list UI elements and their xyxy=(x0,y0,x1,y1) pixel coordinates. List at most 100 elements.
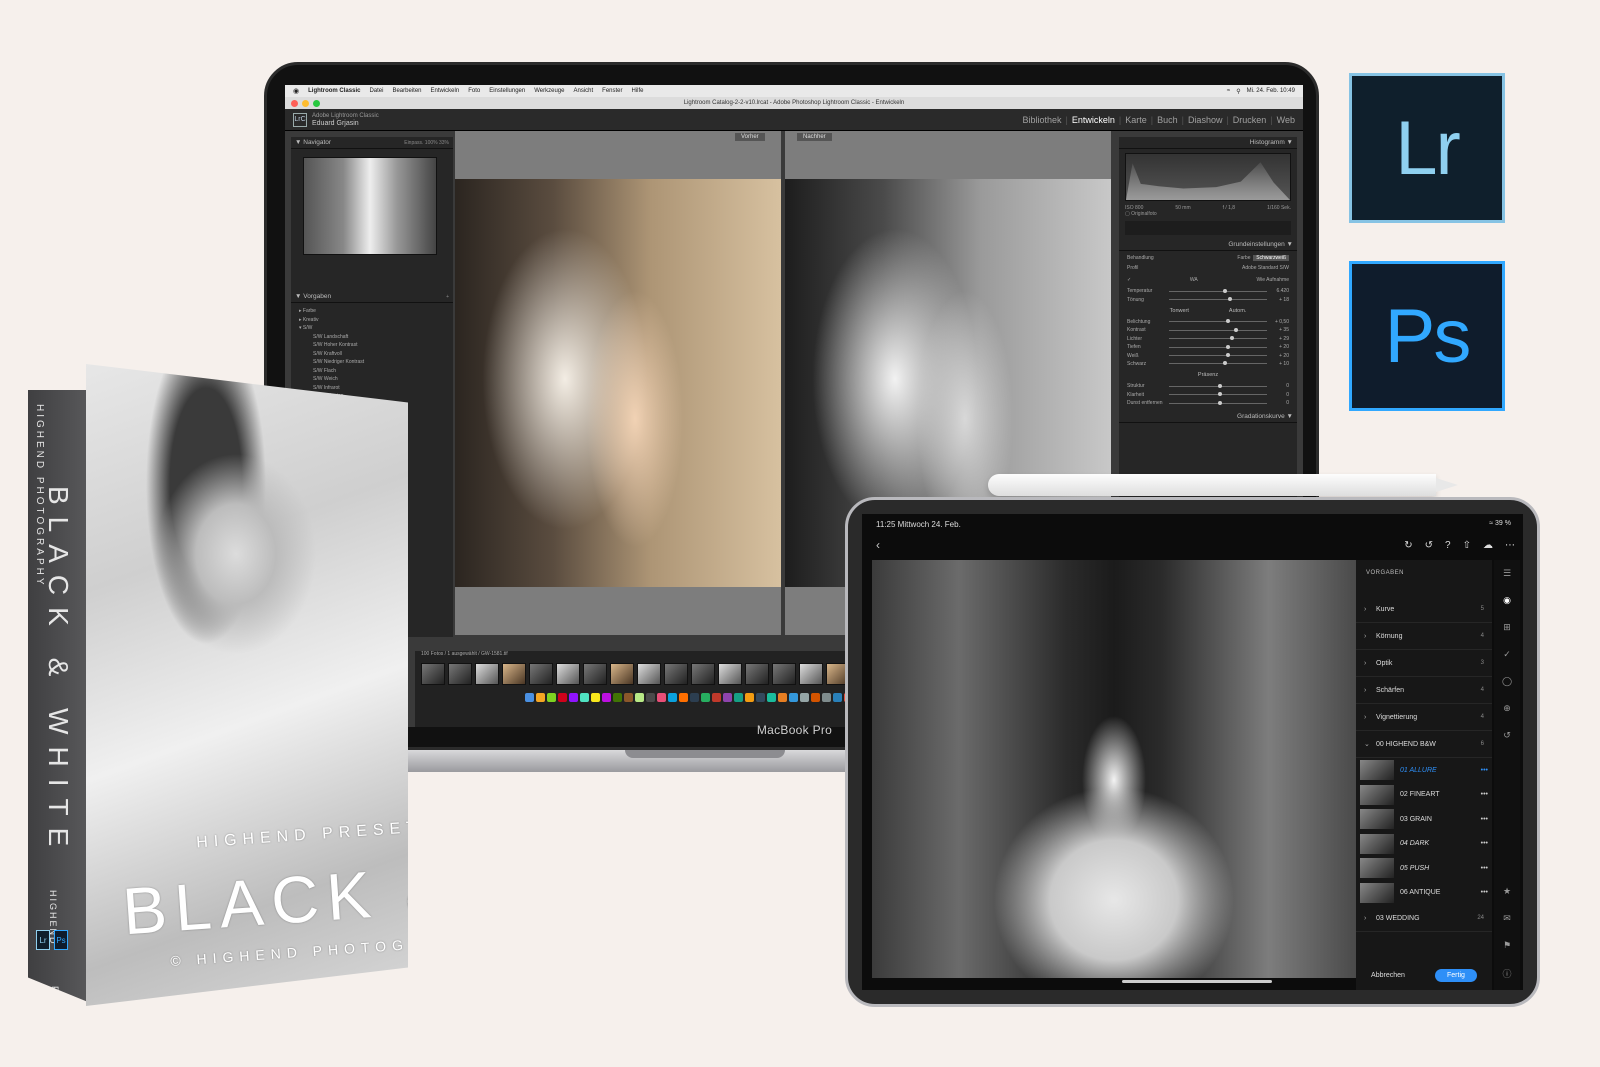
dock-app-icon[interactable] xyxy=(734,693,743,702)
filmstrip-thumbnail[interactable] xyxy=(718,663,742,685)
preset-group-row[interactable]: › Vignettierung 4 xyxy=(1356,704,1492,731)
add-preset-icon[interactable]: + xyxy=(446,294,449,300)
presets-icon[interactable]: ◉ xyxy=(1503,595,1511,606)
preset-group-row[interactable]: › Kurve 5 xyxy=(1356,596,1492,623)
comment-icon[interactable]: ✉ xyxy=(1503,913,1511,924)
slider-track[interactable] xyxy=(1169,288,1267,293)
preset-group-row[interactable]: › Schärfen 4 xyxy=(1356,677,1492,704)
preset-group-kreativ[interactable]: ▸ Kreativ xyxy=(299,316,445,325)
apple-icon[interactable]: ◉ xyxy=(293,87,299,95)
dock-app-icon[interactable] xyxy=(558,693,567,702)
preset-group-row[interactable]: › Körnung 4 xyxy=(1356,623,1492,650)
presets-header[interactable]: ▼ Vorgaben + xyxy=(291,291,453,303)
navigator-header[interactable]: ▼ Navigator Einpass. 100% 33% xyxy=(291,137,453,149)
before-photo[interactable] xyxy=(455,179,781,587)
sliders-icon[interactable]: ☰ xyxy=(1503,568,1511,579)
undo-icon[interactable]: ↺ xyxy=(1425,540,1433,551)
preset-item[interactable]: 05 PUSH ••• xyxy=(1356,856,1492,881)
dock-app-icon[interactable] xyxy=(811,693,820,702)
dock-app-icon[interactable] xyxy=(668,693,677,702)
cloud-sync-icon[interactable]: ☁ xyxy=(1483,540,1493,551)
collapse-triangle-icon[interactable]: ▼ xyxy=(1285,241,1293,248)
dock-app-icon[interactable] xyxy=(679,693,688,702)
preset-item[interactable]: S/W Kraftvoll xyxy=(299,350,445,359)
versions-icon[interactable]: ⊕ xyxy=(1503,703,1511,714)
preset-group-open[interactable]: ⌄ 00 HIGHEND B&W 6 xyxy=(1356,731,1492,758)
slider-value[interactable]: 0 xyxy=(1271,383,1289,389)
more-icon[interactable]: ••• xyxy=(1481,889,1488,896)
slider-handle[interactable] xyxy=(1227,297,1232,302)
dock-app-icon[interactable] xyxy=(701,693,710,702)
redo-icon[interactable]: ↻ xyxy=(1404,540,1412,551)
filmstrip-thumbnail[interactable] xyxy=(475,663,499,685)
slider-track[interactable] xyxy=(1169,336,1267,341)
slider-track[interactable] xyxy=(1169,297,1267,302)
menu-item-bearbeiten[interactable]: Bearbeiten xyxy=(392,88,421,94)
dock-app-icon[interactable] xyxy=(723,693,732,702)
slider-value[interactable]: + 0,50 xyxy=(1271,319,1289,325)
collapse-triangle-icon[interactable]: ▼ xyxy=(1285,139,1293,146)
dock-app-icon[interactable] xyxy=(613,693,622,702)
filmstrip-thumbnail[interactable] xyxy=(421,663,445,685)
preset-item[interactable]: 02 FINEART ••• xyxy=(1356,783,1492,808)
dock-app-icon[interactable] xyxy=(547,693,556,702)
dock-app-icon[interactable] xyxy=(789,693,798,702)
dock-app-icon[interactable] xyxy=(657,693,666,702)
filmstrip-thumbnail[interactable] xyxy=(448,663,472,685)
menu-item-ansicht[interactable]: Ansicht xyxy=(573,88,593,94)
bride-photo[interactable] xyxy=(872,560,1356,978)
dock-app-icon[interactable] xyxy=(569,693,578,702)
slider-track[interactable] xyxy=(1169,361,1267,366)
more-icon[interactable]: ••• xyxy=(1481,791,1488,798)
slider-handle[interactable] xyxy=(1222,361,1227,366)
filmstrip-thumbnail[interactable] xyxy=(799,663,823,685)
dock-app-icon[interactable] xyxy=(778,693,787,702)
filmstrip-thumbnail[interactable] xyxy=(502,663,526,685)
profile-select[interactable]: Adobe Standard S/W xyxy=(1242,265,1289,271)
slider-handle[interactable] xyxy=(1225,319,1230,324)
menu-item-hilfe[interactable]: Hilfe xyxy=(632,88,644,94)
slider-value[interactable]: + 20 xyxy=(1271,353,1289,359)
develop-tool-strip[interactable] xyxy=(1125,221,1291,235)
menubar-app-name[interactable]: Lightroom Classic xyxy=(308,88,360,94)
dock-app-icon[interactable] xyxy=(712,693,721,702)
original-photo-checkbox[interactable]: ▢ Originalfoto xyxy=(1119,211,1297,217)
preset-group-farbe[interactable]: ▸ Farbe xyxy=(299,307,445,316)
module-entwickeln[interactable]: Entwickeln xyxy=(1072,115,1115,125)
dock-app-icon[interactable] xyxy=(745,693,754,702)
menu-item-werkzeuge[interactable]: Werkzeuge xyxy=(534,88,564,94)
filmstrip-thumbnail[interactable] xyxy=(529,663,553,685)
module-diashow[interactable]: Diashow xyxy=(1188,115,1223,125)
cancel-button[interactable]: Abbrechen xyxy=(1371,972,1405,979)
preset-item[interactable]: 06 ANTIQUE ••• xyxy=(1356,881,1492,906)
treatment-bw-button[interactable]: Schwarzweiß xyxy=(1253,255,1289,261)
dock-app-icon[interactable] xyxy=(822,693,831,702)
eyedropper-icon[interactable]: ✓ xyxy=(1127,277,1131,283)
filmstrip-thumbnail[interactable] xyxy=(556,663,580,685)
filmstrip-thumbnail[interactable] xyxy=(610,663,634,685)
star-icon[interactable]: ★ xyxy=(1503,886,1511,897)
slider-value[interactable]: + 18 xyxy=(1271,297,1289,303)
menu-item-fenster[interactable]: Fenster xyxy=(602,88,622,94)
slider-value[interactable]: + 20 xyxy=(1271,344,1289,350)
slider-track[interactable] xyxy=(1169,353,1267,358)
dock-app-icon[interactable] xyxy=(756,693,765,702)
more-icon[interactable]: ••• xyxy=(1481,840,1488,847)
slider-value[interactable]: 0 xyxy=(1271,392,1289,398)
dock-app-icon[interactable] xyxy=(690,693,699,702)
filmstrip-thumbnail[interactable] xyxy=(745,663,769,685)
slider-value[interactable]: + 29 xyxy=(1271,336,1289,342)
histogram[interactable] xyxy=(1125,153,1291,201)
filmstrip-thumbnail[interactable] xyxy=(664,663,688,685)
module-buch[interactable]: Buch xyxy=(1157,115,1178,125)
more-icon[interactable]: ••• xyxy=(1481,767,1488,774)
module-web[interactable]: Web xyxy=(1277,115,1295,125)
slider-track[interactable] xyxy=(1169,383,1267,388)
slider-track[interactable] xyxy=(1169,344,1267,349)
history-icon[interactable]: ↺ xyxy=(1503,730,1511,741)
dock-app-icon[interactable] xyxy=(646,693,655,702)
slider-handle[interactable] xyxy=(1222,288,1227,293)
slider-track[interactable] xyxy=(1169,392,1267,397)
info-icon[interactable]: ⓘ xyxy=(1502,967,1511,980)
module-bibliothek[interactable]: Bibliothek xyxy=(1022,115,1061,125)
